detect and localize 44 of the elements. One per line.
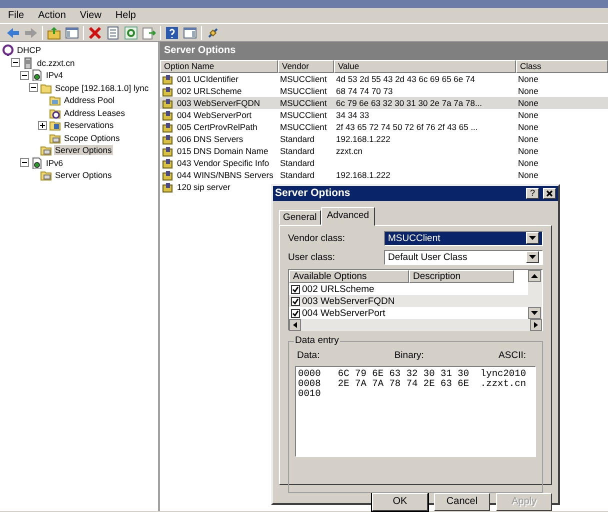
- table-cell: 68 74 74 70 73: [336, 86, 393, 96]
- table-cell: Standard: [280, 158, 314, 168]
- table-cell: None: [518, 134, 538, 144]
- option-name: 004 WebServerPort: [177, 110, 252, 120]
- table-cell: None: [518, 98, 538, 108]
- table-cell: MSUCClient: [280, 86, 327, 96]
- table-cell: None: [518, 122, 538, 132]
- option-name: 006 DNS Servers: [177, 134, 244, 144]
- table-cell: 4d 53 2d 55 43 2d 43 6c 69 65 6e 74: [336, 74, 475, 84]
- option-name: 043 Vendor Specific Info: [177, 158, 270, 168]
- table-cell: Standard: [280, 134, 314, 144]
- table-cell: 34 34 33: [336, 110, 370, 120]
- table-cell: MSUCClient: [280, 74, 327, 84]
- dialog-title: Server Options: [275, 187, 350, 200]
- option-name: 015 DNS Domain Name: [177, 146, 268, 156]
- table-cell: 2f 43 65 72 74 50 72 6f 76 2f 43 65 ...: [336, 122, 478, 132]
- column-label: Data:: [297, 350, 320, 362]
- column-label: ASCII:: [498, 350, 526, 362]
- table-cell: 6c 79 6e 63 32 30 31 30 2e 7a 7a 78...: [336, 98, 482, 108]
- table-cell: None: [518, 86, 538, 96]
- table-cell: 192.168.1.222: [336, 170, 390, 180]
- table-cell: MSUCClient: [280, 98, 327, 108]
- option-name: 044 WINS/NBNS Servers: [177, 170, 274, 180]
- table-cell: Standard: [280, 170, 314, 180]
- table-cell: None: [518, 74, 538, 84]
- table-cell: zzxt.cn: [336, 146, 362, 156]
- option-name: 002 URLScheme: [177, 86, 242, 96]
- table-cell: 192.168.1.222: [336, 134, 390, 144]
- table-cell: MSUCClient: [280, 122, 327, 132]
- group-title: Data entry: [294, 335, 340, 347]
- field-label: User class:: [288, 252, 336, 264]
- field-label: Vendor class:: [288, 232, 346, 244]
- option-name: 003 WebServerFQDN: [177, 98, 260, 108]
- table-cell: None: [518, 158, 538, 168]
- option-name: 005 CertProvRelPath: [177, 122, 258, 132]
- table-cell: None: [518, 170, 538, 180]
- table-cell: None: [518, 146, 538, 156]
- table-cell: None: [518, 110, 538, 120]
- table-cell: MSUCClient: [280, 110, 327, 120]
- column-label: Binary:: [394, 350, 424, 362]
- table-cell: Standard: [280, 146, 314, 156]
- option-name: 001 UCIdentifier: [177, 74, 238, 84]
- pane-title: Server Options: [160, 42, 608, 60]
- option-name: 120 sip server: [177, 182, 230, 192]
